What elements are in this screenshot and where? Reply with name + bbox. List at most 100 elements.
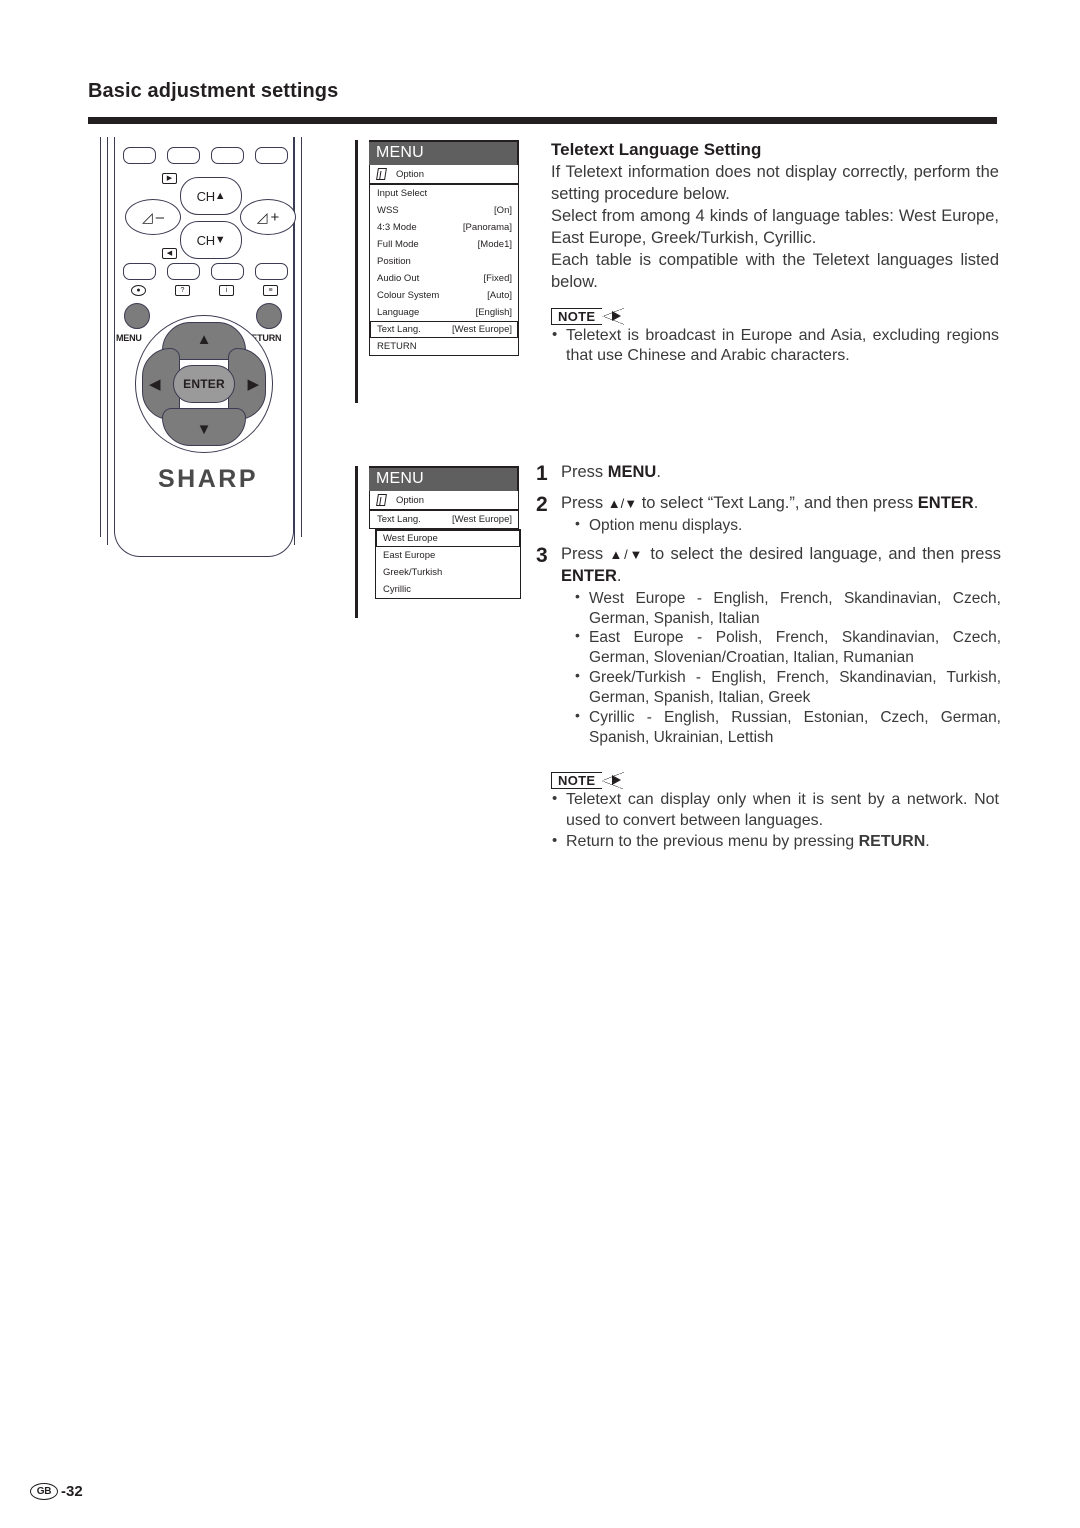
osd-row-wss[interactable]: WSS [On] [370, 202, 518, 219]
remote-mid-button-2[interactable] [167, 263, 200, 280]
channel-down-label: CH [196, 232, 215, 248]
osd-row-input-select[interactable]: Input Select [370, 185, 518, 202]
osd-choice-label: Greek/Turkish [383, 567, 443, 578]
osd-row-value: [English] [475, 307, 512, 318]
procedure-steps: 1 Press MENU. 2 Press ▲/▼ to select “Tex… [536, 462, 1001, 755]
remote-mid-button-4[interactable] [255, 263, 288, 280]
osd-menu-panel-1: MENU Option Input Select WSS [On] 4:3 Mo… [355, 140, 519, 403]
step-2-sub-bullet: Option menu displays. [575, 515, 1001, 536]
remote-mid-button-1[interactable] [123, 263, 156, 280]
note-block-bottom: NOTE Teletext can display only when it i… [551, 772, 999, 852]
region-mark: GB [30, 1483, 58, 1500]
step-3-text: Press ▲/▼ to select the desired language… [561, 544, 1001, 748]
updown-arrows-icon-2: ▲/▼ [609, 546, 645, 562]
osd-row-label: Full Mode [377, 239, 419, 250]
note-bullet-network: Teletext can display only when it is sen… [551, 789, 999, 832]
osd-row-position[interactable]: Position [370, 253, 518, 270]
step-3-text-after: . [616, 566, 622, 585]
step-3: 3 Press ▲/▼ to select the desired langua… [536, 544, 1001, 748]
osd-row-label: WSS [377, 205, 399, 216]
osd-row-audio-out[interactable]: Audio Out [Fixed] [370, 270, 518, 287]
osd-choice-east-europe[interactable]: East Europe [376, 547, 520, 564]
note-bullet-list-bottom: Teletext can display only when it is sen… [551, 789, 999, 852]
osd-choice-greek-turkish[interactable]: Greek/Turkish [376, 564, 520, 581]
osd-row-43-mode[interactable]: 4:3 Mode [Panorama] [370, 219, 518, 236]
osd-row-return[interactable]: RETURN [370, 338, 518, 355]
step-1-bold: MENU [607, 463, 657, 481]
note-bullet-list-top: Teletext is broadcast in Europe and Asia… [551, 325, 999, 368]
teletext-list-icon: ≡ [263, 285, 278, 296]
teletext-index-icon: i [219, 285, 234, 296]
step-2-sub-list: Option menu displays. [561, 515, 1001, 536]
osd-row-full-mode[interactable]: Full Mode [Mode1] [370, 236, 518, 253]
header-divider [88, 117, 997, 124]
osd-row-value: [On] [494, 205, 512, 216]
note-bullet-return-bold: RETURN [858, 832, 926, 850]
volume-up-button[interactable]: ◿ + [240, 199, 296, 235]
note-badge-label: NOTE [551, 307, 603, 325]
step-1-number: 1 [536, 462, 548, 485]
remote-control-illustration: ▶ CH ▲ CH ▼ ◀ ◿ – ◿ + ● ? i ≡ MENU RETURN … [88, 137, 328, 572]
osd-choice-label: East Europe [383, 550, 436, 561]
volume-icon-2: ◿ [256, 208, 268, 225]
remote-top-button-2[interactable] [167, 147, 200, 164]
teletext-reveal-icon: ▶ [162, 173, 177, 184]
step-3-sub-bullet-greek: Greek/Turkish - English, French, Skandin… [575, 667, 1001, 708]
dpad-down-button[interactable]: ▼ [162, 408, 246, 446]
picture-mode-icon: ● [131, 285, 146, 296]
step-3-sub-bullet-east: East Europe - Polish, French, Skandinavi… [575, 627, 1001, 668]
channel-down-button[interactable]: CH ▼ [180, 221, 242, 259]
channel-up-button[interactable]: CH ▲ [180, 177, 242, 215]
section-paragraph-2: Select from among 4 kinds of language ta… [551, 206, 999, 247]
osd-choice-west-europe[interactable]: West Europe [376, 530, 520, 547]
remote-top-button-4[interactable] [255, 147, 288, 164]
note-bullet-return-before: Return to the previous menu by pressing [566, 832, 859, 850]
osd-row-text-lang[interactable]: Text Lang. [West Europe] [370, 321, 518, 338]
osd-option-row-2[interactable]: Option [369, 491, 519, 510]
note-bullet: Teletext is broadcast in Europe and Asia… [551, 325, 999, 368]
osd-row-value: [Panorama] [462, 222, 512, 233]
step-3-number: 3 [536, 543, 548, 567]
osd-row-label: Colour System [377, 290, 440, 301]
sharp-logo: SHARP [157, 465, 258, 493]
remote-top-button-1[interactable] [123, 147, 156, 164]
teletext-subpage-icon: ◀ [162, 248, 177, 259]
section-paragraph-3: Each table is compatible with the Telete… [551, 250, 999, 291]
note-badge-bottom: NOTE [551, 772, 625, 789]
osd-submenu-language-choices: West Europe East Europe Greek/Turkish Cy… [375, 529, 521, 599]
remote-top-button-3[interactable] [211, 147, 244, 164]
osd-row-value: [Mode1] [477, 239, 512, 250]
osd-row-label: RETURN [377, 341, 417, 352]
page-number: -32 [61, 1483, 83, 1500]
step-1-text: Press MENU. [561, 462, 1001, 484]
step-3-text-before: Press [561, 544, 610, 563]
osd-item-list-1: Input Select WSS [On] 4:3 Mode [Panorama… [369, 184, 519, 356]
osd-choice-label: Cyrillic [383, 584, 411, 595]
osd-row-text-lang-parent[interactable]: Text Lang. [West Europe] [370, 511, 518, 528]
remote-mid-button-3[interactable] [211, 263, 244, 280]
osd-choice-cyrillic[interactable]: Cyrillic [376, 581, 520, 598]
osd-row-value: [Fixed] [483, 273, 512, 284]
volume-down-button[interactable]: ◿ – [125, 199, 181, 235]
osd-option-row-1[interactable]: Option [369, 165, 519, 184]
teletext-help-icon: ? [175, 285, 190, 296]
osd-row-value: [West Europe] [451, 514, 512, 525]
step-1-text-after: . [656, 463, 661, 481]
osd-row-value: [Auto] [487, 290, 512, 301]
enter-button[interactable]: ENTER [173, 365, 235, 403]
osd-row-language[interactable]: Language [English] [370, 304, 518, 321]
osd-option-label-1: Option [396, 168, 424, 180]
step-2-number: 2 [536, 493, 548, 517]
osd-parent-row-wrapper: Text Lang. [West Europe] [369, 510, 519, 529]
step-3-sub-bullet-cyrillic: Cyrillic - English, Russian, Estonian, C… [575, 707, 1001, 748]
note-badge-top: NOTE [551, 307, 625, 325]
step-2-bold: ENTER [917, 494, 974, 513]
step-3-sub-list: West Europe - English, French, Skandinav… [561, 588, 1001, 748]
osd-connector-bar-2 [355, 466, 358, 618]
osd-row-colour-system[interactable]: Colour System [Auto] [370, 287, 518, 304]
osd-row-label: Text Lang. [377, 514, 421, 525]
dpad: ▲ ◀ ▶ ▼ ENTER [135, 315, 273, 453]
note-bullet-return-after: . [925, 832, 930, 850]
section-content: Teletext Language Setting If Teletext in… [551, 140, 999, 367]
osd-row-label: Input Select [377, 188, 428, 199]
